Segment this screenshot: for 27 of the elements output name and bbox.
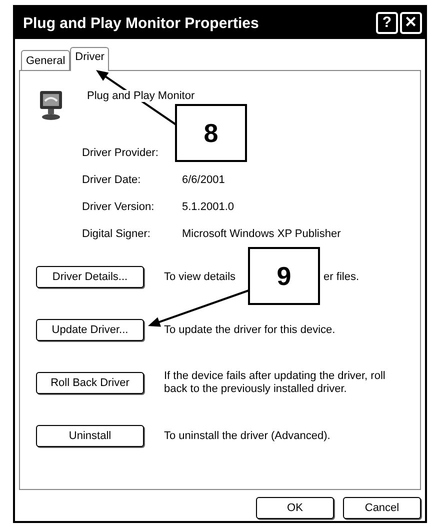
dialog-button[interactable]: Cancel (343, 497, 421, 519)
detail-label: Digital Signer: (82, 228, 152, 241)
callout-number: 8 (175, 104, 247, 162)
detail-label: Driver Date: (82, 174, 142, 187)
detail-value: 5.1.2001.0 (182, 201, 234, 214)
detail-label: Driver Version: (82, 201, 156, 214)
action-button[interactable]: Uninstall (36, 425, 144, 447)
detail-value: Microsoft Windows XP Publisher (182, 228, 341, 241)
detail-value: 6/6/2001 (182, 174, 225, 187)
callout-number: 9 (248, 247, 320, 305)
close-button[interactable]: ✕ (400, 12, 422, 34)
action-button[interactable]: Update Driver... (36, 319, 144, 341)
tab[interactable]: General (21, 50, 70, 70)
dialog-button[interactable]: OK (256, 497, 334, 519)
description-text: To view details (164, 270, 236, 284)
description-text: To update the driver for this device. (164, 324, 336, 336)
description-text: If the device fails after updating the driver, roll back to the previously installed driver. (164, 370, 386, 396)
help-button[interactable]: ? (376, 12, 398, 34)
action-button[interactable]: Driver Details... (36, 266, 144, 288)
detail-label: Driver Provider: (82, 147, 160, 160)
tab[interactable]: Driver (70, 47, 110, 71)
action-button[interactable]: Roll Back Driver (36, 372, 144, 394)
monitor-icon (38, 89, 64, 121)
description-text: er files. (324, 270, 360, 284)
description-text: To uninstall the driver (Advanced). (164, 430, 330, 442)
window-title: Plug and Play Monitor Properties (23, 14, 259, 32)
device-name: Plug and Play Monitor (86, 90, 196, 102)
